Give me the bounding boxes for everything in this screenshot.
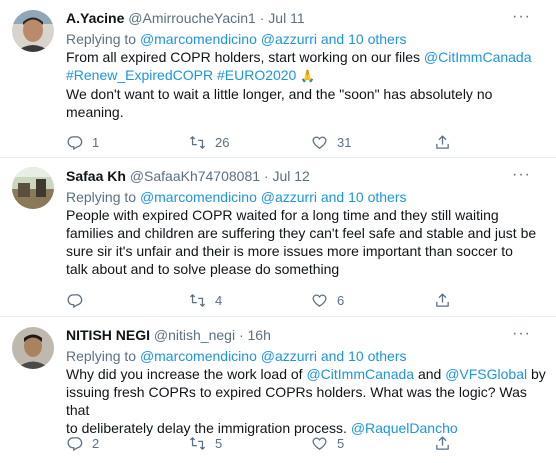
reply-button[interactable]: 2 [66,433,99,453]
action-bar: 4 6 [66,290,546,310]
separator-dot: · [259,10,265,26]
display-name[interactable]: A.Yacine [66,10,124,26]
reply-icon [67,436,83,451]
share-button[interactable] [434,290,451,310]
text-line: families and children are suffering they… [66,225,537,241]
mention-link[interactable]: @azzurri [261,189,317,205]
replying-label: Replying to [66,189,137,205]
share-button[interactable] [434,433,451,453]
text-line: issuing fresh COPRs to expired COPRs hol… [66,384,527,418]
avatar[interactable] [12,167,54,209]
reply-icon [67,135,83,150]
mention-link[interactable]: @marcomendicino [140,189,257,205]
others-link[interactable]: 10 others [348,31,406,47]
replying-label: Replying to [66,31,137,47]
tweet[interactable]: NITISH NEGI @nitish_negi · 16h ··· Reply… [0,317,556,463]
text-segment: Why did you increase the work load of [66,366,303,382]
like-icon [312,136,327,149]
like-button[interactable]: 6 [311,290,344,310]
retweet-count: 26 [215,134,230,150]
like-button[interactable]: 5 [311,433,344,453]
reply-icon [67,293,83,308]
display-name[interactable]: NITISH NEGI [66,327,150,343]
retweet-icon [189,135,206,149]
tweet-text: People with expired COPR waited for a lo… [66,206,550,278]
others-link[interactable]: 10 others [348,348,406,364]
text-line: Why did you increase the work load of @C… [66,365,550,383]
replying-to: Replying to @marcomendicino @azzurri and… [66,188,406,206]
user-handle[interactable]: @nitish_negi [154,327,235,343]
avatar[interactable] [12,327,54,369]
reply-count: 2 [92,435,100,451]
retweet-icon [189,436,206,450]
separator-dot: · [238,327,244,343]
avatar[interactable] [12,10,54,52]
replying-and: and [320,348,345,364]
text-segment: and [417,366,442,382]
tweet[interactable]: Safaa Kh @SafaaKh74708081 · Jul 12 ··· R… [0,158,556,316]
retweet-button[interactable]: 5 [189,433,222,453]
hashtag-link[interactable]: #Renew_ExpiredCOPR [66,67,213,83]
retweet-button[interactable]: 26 [189,132,229,152]
mention-link[interactable]: @VFSGlobal [445,366,527,382]
text-line: talk about and to solve please do someth… [66,261,340,277]
others-link[interactable]: 10 others [348,189,406,205]
text-line: We don't want to wait a little longer, a… [66,86,493,102]
action-bar: 2 5 5 [66,433,546,453]
reply-button[interactable]: 1 [66,132,99,152]
tweet-text: From all expired COPR holders, start wor… [66,48,546,121]
more-icon[interactable]: ··· [512,9,531,25]
action-bar: 1 26 31 [66,132,546,152]
like-count: 31 [337,134,352,150]
text-line: People with expired COPR waited for a lo… [66,207,499,223]
text-segment: by [531,366,546,382]
text-line: From all expired COPR holders, start wor… [66,48,546,66]
like-icon [312,294,327,307]
user-handle[interactable]: @SafaaKh74708081 [130,168,260,184]
mention-link[interactable]: @CitImmCanada [424,49,532,65]
replying-label: Replying to [66,348,137,364]
user-handle[interactable]: @AmirroucheYacin1 [128,10,256,26]
mention-link[interactable]: @marcomendicino [140,31,257,47]
more-icon[interactable]: ··· [512,167,531,183]
more-icon[interactable]: ··· [512,326,531,342]
like-button[interactable]: 31 [311,132,351,152]
replying-and: and [320,31,345,47]
mention-link[interactable]: @marcomendicino [140,348,257,364]
retweet-count: 5 [215,435,223,451]
retweet-count: 4 [215,292,223,308]
like-icon [312,437,327,450]
text-segment: From all expired COPR holders, start wor… [66,49,421,65]
share-button[interactable] [434,132,451,152]
replying-and: and [320,189,345,205]
pray-emoji: 🙏 [300,69,316,83]
replying-to: Replying to @marcomendicino @azzurri and… [66,347,406,365]
tweet-date[interactable]: 16h [248,327,271,343]
display-name[interactable]: Safaa Kh [66,168,126,184]
retweet-button[interactable]: 4 [189,290,222,310]
reply-count: 1 [92,134,100,150]
like-count: 5 [337,435,345,451]
tweet-date[interactable]: Jul 12 [272,168,309,184]
tweet-date[interactable]: Jul 11 [268,10,304,26]
like-count: 6 [337,292,345,308]
reply-button[interactable] [66,290,92,310]
share-icon [436,435,449,450]
mention-link[interactable]: @azzurri [261,31,317,47]
hashtag-link[interactable]: #EURO2020 [217,67,296,83]
text-line: sure sir it's unfair and their is more i… [66,243,513,259]
text-line: #Renew_ExpiredCOPR #EURO2020 🙏 [66,66,546,85]
share-icon [436,292,449,307]
separator-dot: · [263,168,269,184]
tweet-text: Why did you increase the work load of @C… [66,365,550,437]
tweet[interactable]: A.Yacine @AmirroucheYacin1 · Jul 11 ··· … [0,0,556,157]
share-icon [436,134,449,149]
replying-to: Replying to @marcomendicino @azzurri and… [66,30,406,48]
retweet-icon [189,293,206,307]
mention-link[interactable]: @CitImmCanada [306,366,414,382]
text-line: meaning. [66,104,124,120]
mention-link[interactable]: @azzurri [261,348,317,364]
